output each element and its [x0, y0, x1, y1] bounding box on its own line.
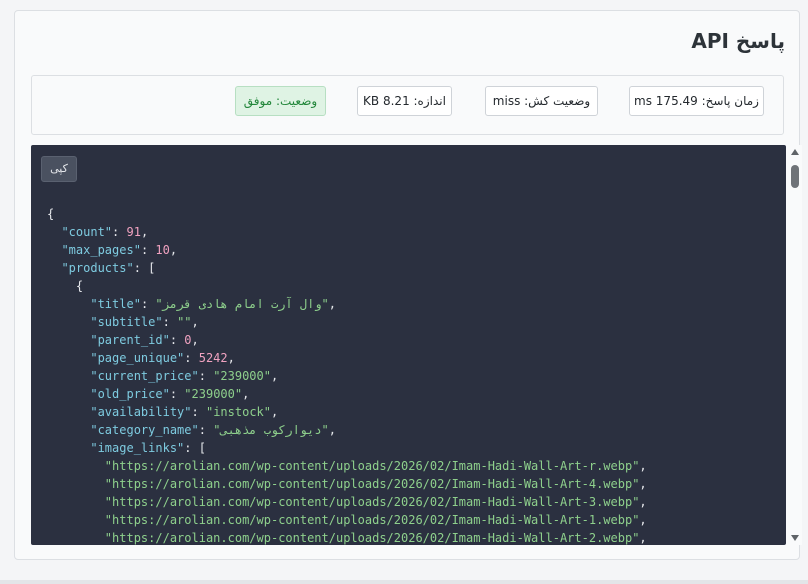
copy-button[interactable]: کپی: [41, 156, 77, 182]
code-scrollbar[interactable]: [788, 145, 802, 545]
scrollbar-thumb[interactable]: [791, 165, 799, 188]
page-title: پاسخ API: [691, 29, 785, 53]
json-content: { "count": 91, "max_pages": 10, "product…: [47, 207, 647, 545]
cache-status-badge: وضعیت کش: miss: [485, 86, 598, 116]
triangle-down-icon[interactable]: [791, 535, 799, 541]
response-time-badge: زمان پاسخ: 175.49 ms: [629, 86, 764, 116]
triangle-up-icon[interactable]: [791, 149, 799, 155]
json-code-block[interactable]: کپی { "count": 91, "max_pages": 10, "pro…: [31, 145, 786, 545]
status-badge: وضعیت: موفق: [235, 86, 326, 116]
size-badge: اندازه: 8.21 KB: [357, 86, 452, 116]
page-divider: [0, 580, 808, 584]
response-stats: زمان پاسخ: 175.49 ms وضعیت کش: miss اندا…: [31, 75, 784, 135]
api-response-panel: پاسخ API زمان پاسخ: 175.49 ms وضعیت کش: …: [14, 10, 802, 560]
